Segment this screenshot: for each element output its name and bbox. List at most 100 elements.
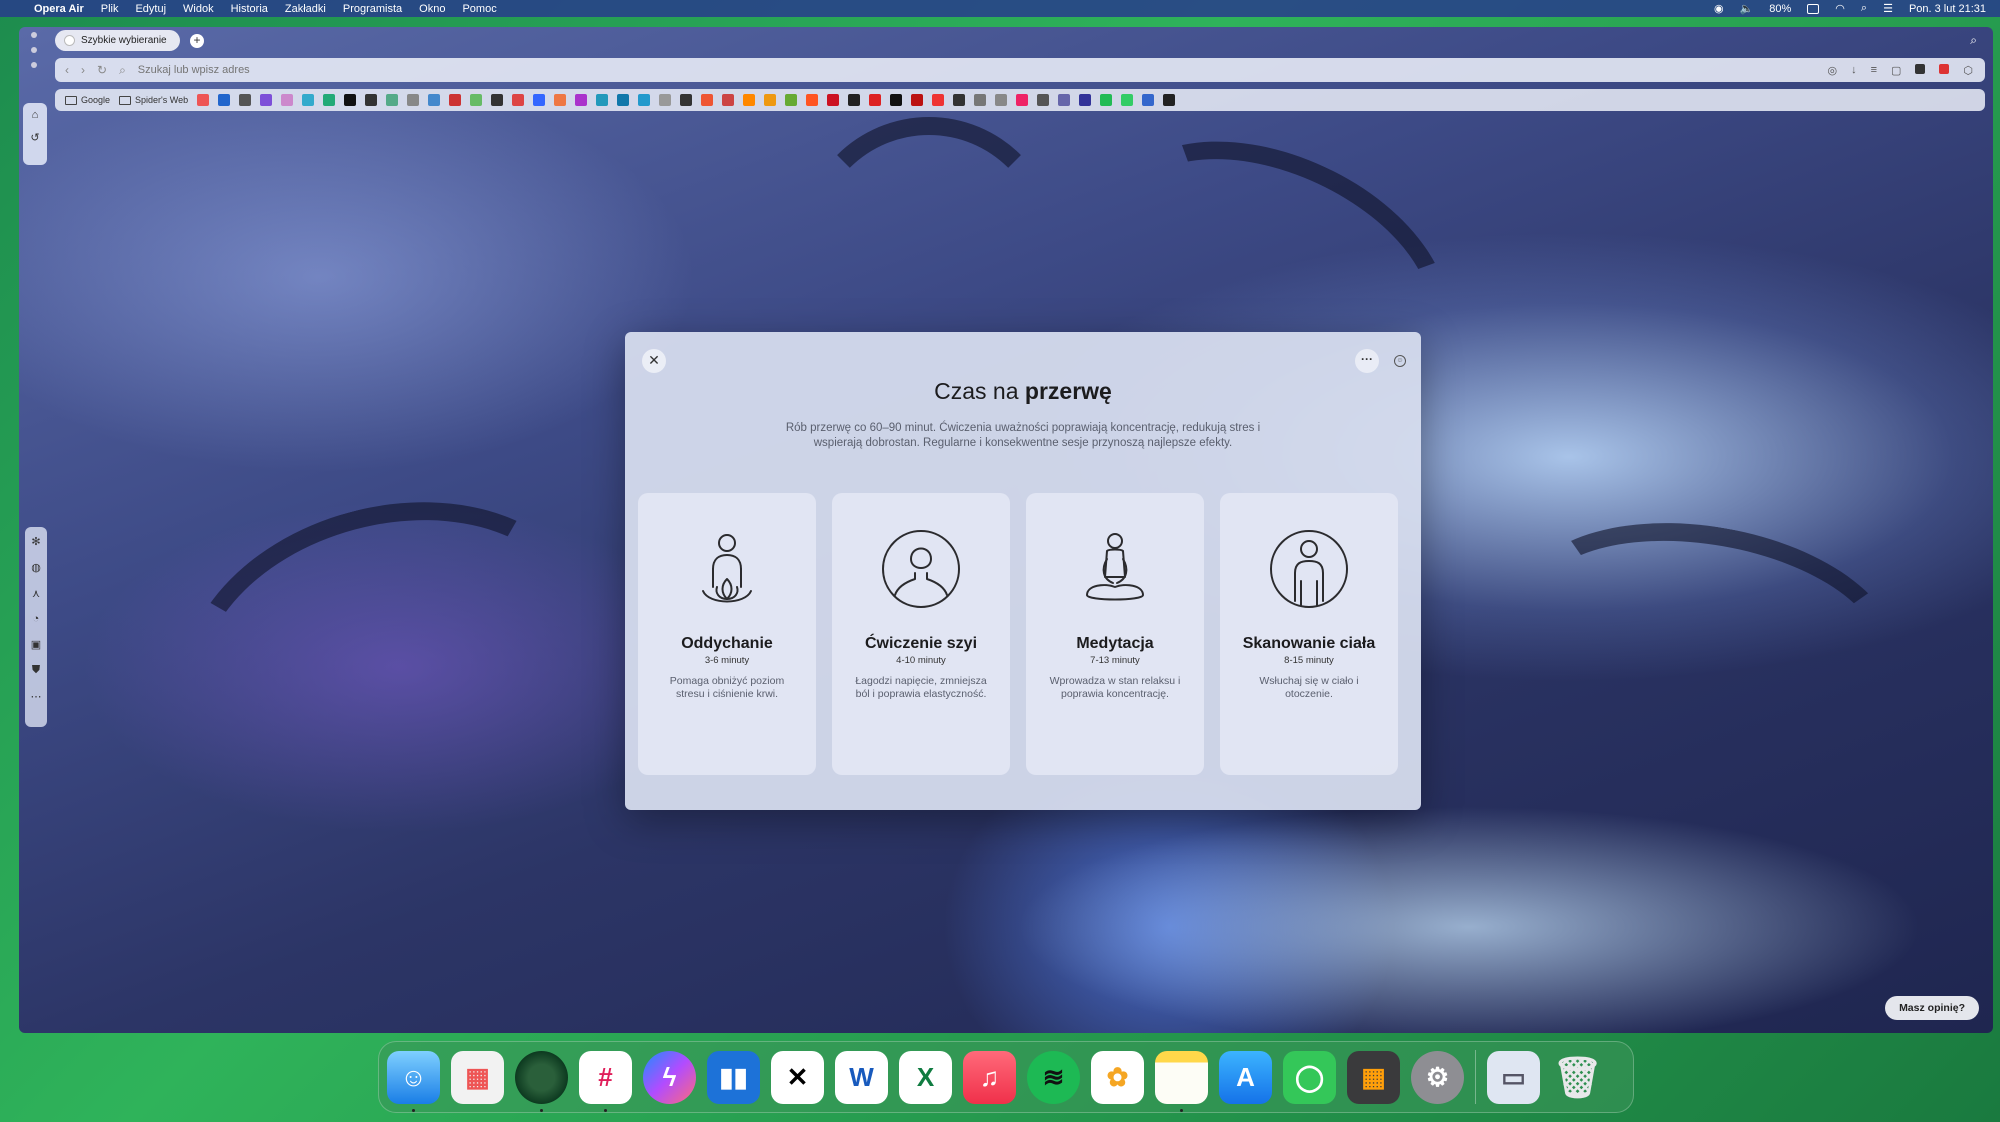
more-options-button[interactable]: ···	[1355, 349, 1379, 373]
ai-icon[interactable]: ⋏	[32, 587, 40, 600]
menu-edytuj[interactable]: Edytuj	[135, 3, 166, 15]
bookmark-icon[interactable]	[596, 94, 609, 106]
bookmark-icon[interactable]	[680, 94, 693, 106]
bookmark-icon[interactable]	[554, 94, 567, 106]
bookmark-icon[interactable]	[932, 94, 945, 106]
air-icon[interactable]: ✻	[31, 535, 40, 548]
bookmark-icon[interactable]	[722, 94, 735, 106]
card-neck[interactable]: Ćwiczenie szyi 4-10 minuty Łagodzi napię…	[832, 493, 1010, 775]
menu-clock[interactable]: Pon. 3 lut 21:31	[1909, 3, 1986, 15]
notes-icon[interactable]	[1155, 1050, 1208, 1112]
smile-icon[interactable]: ☺	[1394, 355, 1406, 367]
card-breathing[interactable]: Oddychanie 3-6 minuty Pomaga obniżyć poz…	[638, 493, 816, 775]
bookmark-icon[interactable]	[449, 94, 462, 106]
minimize-window-button[interactable]	[31, 47, 37, 53]
wallet-icon[interactable]: ▢	[1891, 64, 1901, 77]
menu-widok[interactable]: Widok	[183, 3, 214, 15]
messenger-icon[interactable]: ◔	[33, 613, 40, 625]
volume-icon[interactable]: 🔈	[1740, 2, 1754, 15]
bookmark-icon[interactable]	[638, 94, 651, 106]
bookmark-icon[interactable]	[470, 94, 483, 106]
opera-air-icon[interactable]	[515, 1050, 568, 1112]
bookmark-folder-google[interactable]: Google	[65, 95, 110, 105]
menu-plik[interactable]: Plik	[101, 3, 119, 15]
bookmark-icon[interactable]	[428, 94, 441, 106]
bookmark-icon[interactable]	[575, 94, 588, 106]
menu-okno[interactable]: Okno	[419, 3, 445, 15]
bookmark-icon[interactable]	[911, 94, 924, 106]
finder-icon[interactable]: ☺	[387, 1050, 440, 1112]
bookmark-icon[interactable]	[995, 94, 1008, 106]
extension-shield-icon[interactable]	[1915, 63, 1926, 74]
spotlight-icon[interactable]: ⌕	[1861, 2, 1867, 15]
bookmark-icon[interactable]	[785, 94, 798, 106]
bookmark-icon[interactable]	[407, 94, 420, 106]
feedback-button[interactable]: Masz opinię?	[1885, 996, 1979, 1020]
bookmark-icon[interactable]	[1100, 94, 1113, 106]
bookmark-icon[interactable]	[281, 94, 294, 106]
focus-icon[interactable]: ◉	[1714, 2, 1724, 15]
notes-icon[interactable]: ▣	[31, 638, 41, 651]
bookmark-icon[interactable]	[1142, 94, 1155, 106]
menu-historia[interactable]: Historia	[231, 3, 268, 15]
app-store-icon[interactable]: A	[1219, 1050, 1272, 1104]
slack-icon[interactable]: #	[579, 1050, 632, 1112]
tab-speed-dial[interactable]: Szybkie wybieranie	[55, 30, 180, 51]
bookmark-icon[interactable]	[218, 94, 231, 106]
bookmark-icon[interactable]	[827, 94, 840, 106]
preview-window-icon[interactable]: ▭	[1487, 1050, 1540, 1104]
download-icon[interactable]: ↓	[1851, 64, 1857, 77]
history-icon[interactable]: ↺	[30, 131, 39, 144]
close-dialog-button[interactable]: ✕	[642, 349, 666, 373]
bookmark-icon[interactable]	[491, 94, 504, 106]
word-icon[interactable]: W	[835, 1050, 888, 1104]
menu-pomoc[interactable]: Pomoc	[462, 3, 496, 15]
bookmark-icon[interactable]	[512, 94, 525, 106]
address-input[interactable]	[137, 64, 1638, 76]
bookmark-icon[interactable]	[764, 94, 777, 106]
bookmark-icon[interactable]	[701, 94, 714, 106]
spotify-icon[interactable]: ≋	[1027, 1050, 1080, 1104]
battery-icon[interactable]	[1807, 3, 1820, 14]
bookmark-icon[interactable]	[344, 94, 357, 106]
bookmark-icon[interactable]	[890, 94, 903, 106]
bookmark-icon[interactable]	[974, 94, 987, 106]
messages-icon[interactable]: ◯	[1283, 1050, 1336, 1104]
calculator-icon[interactable]: ▦	[1347, 1050, 1400, 1104]
shield-icon[interactable]: ⛊	[32, 664, 40, 677]
bookmark-icon[interactable]	[953, 94, 966, 106]
bookmark-icon[interactable]	[197, 94, 210, 106]
menu-zakladki[interactable]: Zakładki	[285, 3, 326, 15]
menu-icon[interactable]: ≡	[1871, 64, 1877, 77]
menu-app-name[interactable]: Opera Air	[34, 3, 84, 15]
card-body-scan[interactable]: Skanowanie ciała 8-15 minuty Wsłuchaj si…	[1220, 493, 1398, 775]
bookmark-icon[interactable]	[617, 94, 630, 106]
system-settings-icon[interactable]: ⚙	[1411, 1050, 1464, 1104]
bookmark-icon[interactable]	[1121, 94, 1134, 106]
bookmark-icon[interactable]	[869, 94, 882, 106]
launchpad-icon[interactable]: ▦	[451, 1050, 504, 1104]
bookmark-icon[interactable]	[260, 94, 273, 106]
bookmark-icon[interactable]	[533, 94, 546, 106]
photos-icon[interactable]: ✿	[1091, 1050, 1144, 1104]
bookmark-icon[interactable]	[323, 94, 336, 106]
control-center-icon[interactable]: ☰	[1883, 2, 1893, 15]
new-tab-button[interactable]: +	[190, 33, 204, 48]
more-icon[interactable]: ⋯	[31, 690, 42, 703]
music-icon[interactable]: ♫	[963, 1050, 1016, 1104]
trash-icon[interactable]: 🗑	[1551, 1051, 1604, 1104]
reload-icon[interactable]: ↻	[97, 63, 107, 77]
camera-icon[interactable]: ◎	[1827, 64, 1837, 77]
bookmark-icon[interactable]	[806, 94, 819, 106]
bookmark-icon[interactable]	[848, 94, 861, 106]
bookmark-icon[interactable]	[1037, 94, 1050, 106]
back-icon[interactable]: ‹	[65, 63, 69, 77]
bookmark-icon[interactable]	[365, 94, 378, 106]
zoom-window-button[interactable]	[31, 62, 37, 68]
extensions-icon[interactable]: ⬡	[1963, 64, 1973, 77]
bookmark-icon[interactable]	[1079, 94, 1092, 106]
player-icon[interactable]: ◍	[31, 561, 41, 574]
forward-icon[interactable]: ›	[81, 63, 85, 77]
messenger-icon[interactable]: ϟ	[643, 1050, 696, 1104]
bookmark-folder-spiders-web[interactable]: Spider's Web	[119, 95, 188, 105]
